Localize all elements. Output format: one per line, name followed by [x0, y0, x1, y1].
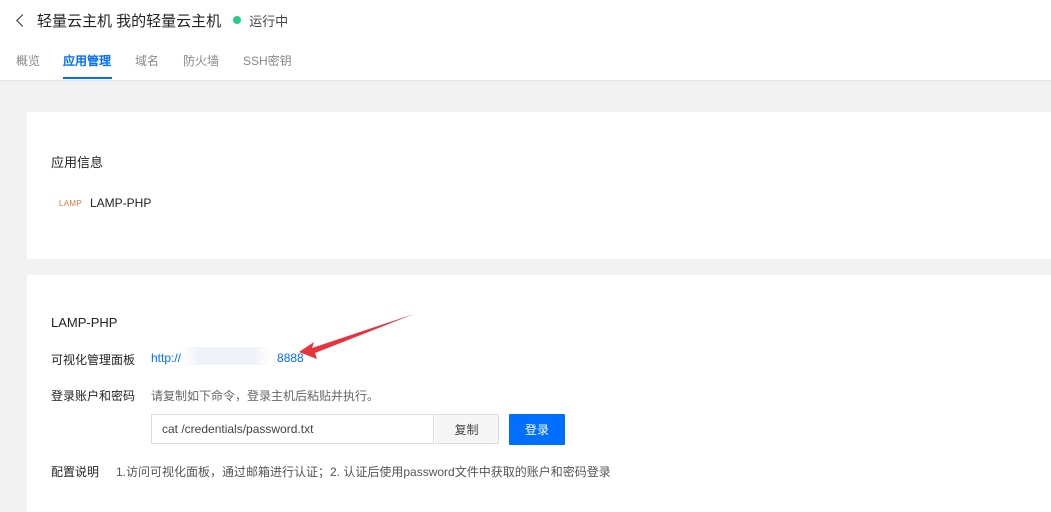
app-detail-card: LAMP-PHP 可视化管理面板 http:// 8888 登录账户和密码 请复制… — [27, 275, 1051, 512]
page-title: 轻量云主机 我的轻量云主机 — [37, 12, 222, 30]
app-info-card: 应用信息 LAMP LAMP-PHP — [27, 112, 1051, 259]
active-tab-indicator — [63, 77, 112, 79]
config-description: 1.访问可视化面板，通过邮箱进行认证；2. 认证后使用password文件中获取… — [116, 465, 611, 479]
tab-app-management[interactable]: 应用管理 — [63, 52, 111, 69]
app-row: LAMP LAMP-PHP — [59, 196, 151, 210]
page-header: 轻量云主机 我的轻量云主机 运行中 概览 应用管理 域名 防火墙 SSH密钥 — [0, 0, 1051, 81]
tab-firewall[interactable]: 防火墙 — [183, 52, 219, 69]
status-dot-icon — [233, 16, 242, 24]
app-name: LAMP-PHP — [90, 196, 152, 210]
command-text: cat /credentials/password.txt — [162, 422, 314, 436]
panel-link-prefix: http:// — [151, 351, 182, 365]
account-label: 登录账户和密码 — [51, 389, 136, 403]
status-badge: 运行中 — [249, 13, 289, 29]
tab-overview[interactable]: 概览 — [16, 52, 40, 69]
app-info-title: 应用信息 — [51, 155, 104, 170]
panel-label: 可视化管理面板 — [51, 353, 136, 367]
tab-domain[interactable]: 域名 — [135, 52, 159, 69]
command-input[interactable]: cat /credentials/password.txt — [151, 414, 434, 444]
panel-link-port: 8888 — [277, 351, 304, 365]
account-hint: 请复制如下命令，登录主机后粘贴并执行。 — [151, 389, 380, 403]
redacted-ip-mask — [181, 347, 271, 365]
tab-ssh-keys[interactable]: SSH密钥 — [243, 52, 292, 69]
copy-button[interactable]: 复制 — [435, 414, 499, 444]
lamp-logo: LAMP — [59, 198, 82, 208]
login-button[interactable]: 登录 — [509, 414, 565, 445]
config-label: 配置说明 — [51, 465, 100, 479]
title-row: 轻量云主机 我的轻量云主机 运行中 — [16, 9, 288, 31]
app-detail-title: LAMP-PHP — [51, 315, 118, 330]
back-arrow-icon[interactable] — [16, 13, 29, 27]
